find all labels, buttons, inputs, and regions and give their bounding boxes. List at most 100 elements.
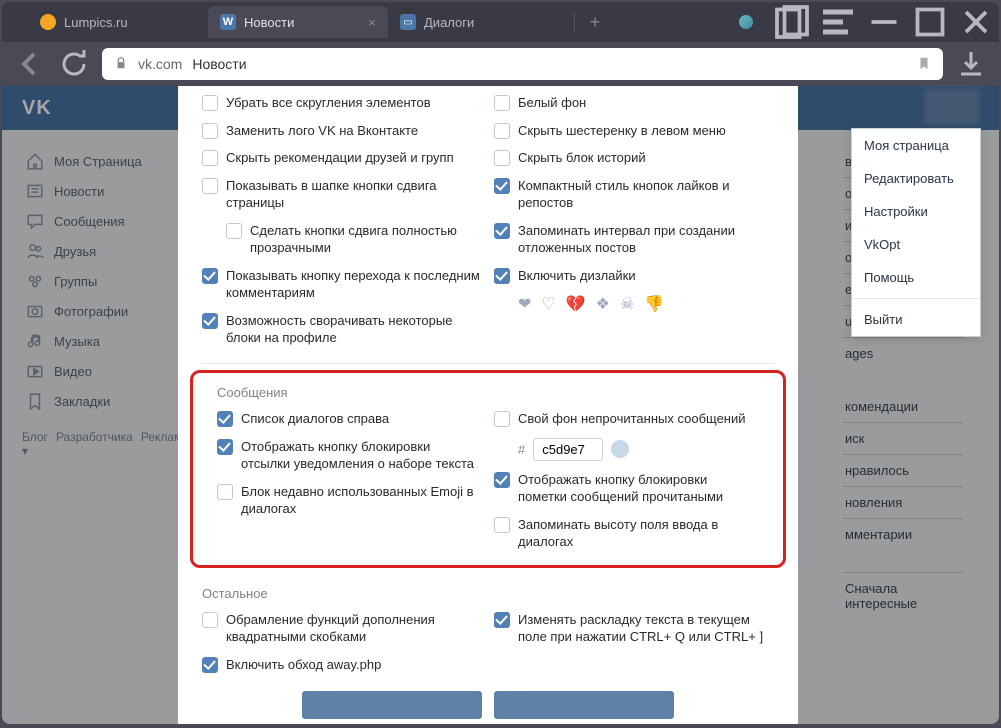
option-label: Показывать в шапке кнопки сдвига страниц… (226, 177, 482, 212)
divider (574, 12, 575, 32)
option-label: Показывать кнопку перехода к последним к… (226, 267, 482, 302)
option-label: Запоминать интервал при создании отложен… (518, 222, 774, 257)
option-label: Свой фон непрочитанных сообщений (518, 410, 746, 428)
reload-button[interactable] (58, 48, 90, 80)
new-tab-button[interactable]: + (581, 8, 609, 36)
address-bar: vk.com Новости (2, 42, 999, 86)
dropdown-item[interactable]: VkOpt (852, 228, 980, 261)
shield-icon[interactable] (723, 2, 769, 42)
checkbox[interactable] (202, 178, 218, 194)
checkbox[interactable] (202, 657, 218, 673)
color-swatch[interactable] (611, 440, 629, 458)
checkbox[interactable] (202, 95, 218, 111)
dropdown-item[interactable]: Настройки (852, 195, 980, 228)
option-row: Сделать кнопки сдвига полностью прозрачн… (226, 222, 482, 257)
tab-news[interactable]: W Новости × (208, 6, 388, 38)
checkbox[interactable] (494, 178, 510, 194)
option-row: Отображать кнопку блокировки отсылки уве… (217, 438, 482, 473)
tab-dialogs[interactable]: ▭ Диалоги (388, 6, 568, 38)
bookmark-icon[interactable] (917, 56, 931, 73)
broken-heart-icon[interactable]: 💔 (566, 294, 586, 314)
address-field[interactable]: vk.com Новости (102, 48, 943, 80)
checkbox[interactable] (202, 612, 218, 628)
option-row: Запоминать интервал при создании отложен… (494, 222, 774, 257)
section-title: Остальное (178, 574, 798, 611)
option-row: Обрамление функций дополнения квадратным… (202, 611, 482, 646)
option-row: Белый фон (494, 94, 774, 112)
checkbox[interactable] (217, 484, 233, 500)
minimize-button[interactable] (861, 2, 907, 42)
option-row: Скрыть шестеренку в левом меню (494, 122, 774, 140)
dislike-icons-row: ❤ ♡ 💔 ❖ ☠ 👎 (518, 294, 774, 314)
tabs-bar: Lumpics.ru W Новости × ▭ Диалоги + (2, 2, 999, 42)
option-label: Скрыть блок историй (518, 149, 646, 167)
checkbox[interactable] (217, 411, 233, 427)
checkbox[interactable] (494, 95, 510, 111)
vkopt-settings-modal: Убрать все скругления элементовЗаменить … (178, 86, 798, 724)
option-row: Возможность сворачивать некоторые блоки … (202, 312, 482, 347)
option-label: Возможность сворачивать некоторые блоки … (226, 312, 482, 347)
tab-lumpics[interactable]: Lumpics.ru (28, 6, 208, 38)
download-button[interactable] (955, 48, 987, 80)
checkbox[interactable] (494, 223, 510, 239)
secondary-button[interactable] (494, 691, 674, 719)
option-row: Свой фон непрочитанных сообщений (494, 410, 759, 428)
option-row: Изменять раскладку текста в текущем поле… (494, 611, 774, 646)
favicon-icon: ▭ (400, 14, 416, 30)
back-button[interactable] (14, 48, 46, 80)
hex-input[interactable] (533, 438, 603, 461)
option-label: Скрыть шестеренку в левом меню (518, 122, 726, 140)
checkbox[interactable] (217, 439, 233, 455)
option-label: Изменять раскладку текста в текущем поле… (518, 611, 774, 646)
checkbox[interactable] (202, 123, 218, 139)
dropdown-item[interactable]: Моя страница (852, 129, 980, 162)
lock-icon (114, 56, 128, 73)
profile-dropdown: Моя страницаРедактироватьНастройкиVkOptП… (851, 128, 981, 337)
dropdown-item[interactable]: Выйти (852, 303, 980, 336)
address-host: vk.com (138, 56, 182, 72)
option-row: Компактный стиль кнопок лайков и репосто… (494, 177, 774, 212)
checkbox[interactable] (494, 411, 510, 427)
dropdown-item[interactable]: Помощь (852, 261, 980, 294)
checkbox[interactable] (494, 150, 510, 166)
checkbox[interactable] (494, 268, 510, 284)
option-label: Заменить лого VK на Вконтакте (226, 122, 418, 140)
checkbox[interactable] (226, 223, 242, 239)
option-label: Отображать кнопку блокировки пометки соо… (518, 471, 759, 506)
heart-icon[interactable]: ❤ (518, 294, 531, 314)
menu-icon[interactable] (815, 2, 861, 42)
modal-buttons (178, 691, 798, 719)
thumbs-down-icon[interactable]: 👎 (644, 294, 664, 314)
tab-label: Lumpics.ru (64, 15, 128, 30)
option-row: Отображать кнопку блокировки пометки соо… (494, 471, 759, 506)
skull-icon[interactable]: ☠ (620, 294, 634, 314)
close-icon[interactable]: × (368, 15, 376, 30)
dropdown-item[interactable]: Редактировать (852, 162, 980, 195)
close-button[interactable] (953, 2, 999, 42)
checkbox[interactable] (494, 612, 510, 628)
badge-icon[interactable]: ❖ (596, 294, 610, 314)
option-label: Компактный стиль кнопок лайков и репосто… (518, 177, 774, 212)
address-query: Новости (192, 56, 246, 72)
option-row: Список диалогов справа (217, 410, 482, 428)
checkbox[interactable] (494, 472, 510, 488)
option-label: Блок недавно использованных Emoji в диал… (241, 483, 482, 518)
checkbox[interactable] (202, 313, 218, 329)
messages-section-highlight: Сообщения Список диалогов справаОтобража… (190, 370, 786, 568)
heart-outline-icon[interactable]: ♡ (541, 294, 555, 314)
color-input-row: # (518, 438, 759, 461)
favicon-icon (40, 14, 56, 30)
browser-window: Lumpics.ru W Новости × ▭ Диалоги + vk.co… (2, 2, 999, 724)
option-row: Показывать в шапке кнопки сдвига страниц… (202, 177, 482, 212)
checkbox[interactable] (202, 268, 218, 284)
option-label: Включить дизлайки (518, 267, 636, 285)
option-label: Сделать кнопки сдвига полностью прозрачн… (250, 222, 482, 257)
maximize-button[interactable] (907, 2, 953, 42)
option-label: Список диалогов справа (241, 410, 389, 428)
checkbox[interactable] (202, 150, 218, 166)
option-row: Скрыть рекомендации друзей и групп (202, 149, 482, 167)
primary-button[interactable] (302, 691, 482, 719)
bookmarks-icon[interactable] (769, 2, 815, 42)
checkbox[interactable] (494, 123, 510, 139)
checkbox[interactable] (494, 517, 510, 533)
